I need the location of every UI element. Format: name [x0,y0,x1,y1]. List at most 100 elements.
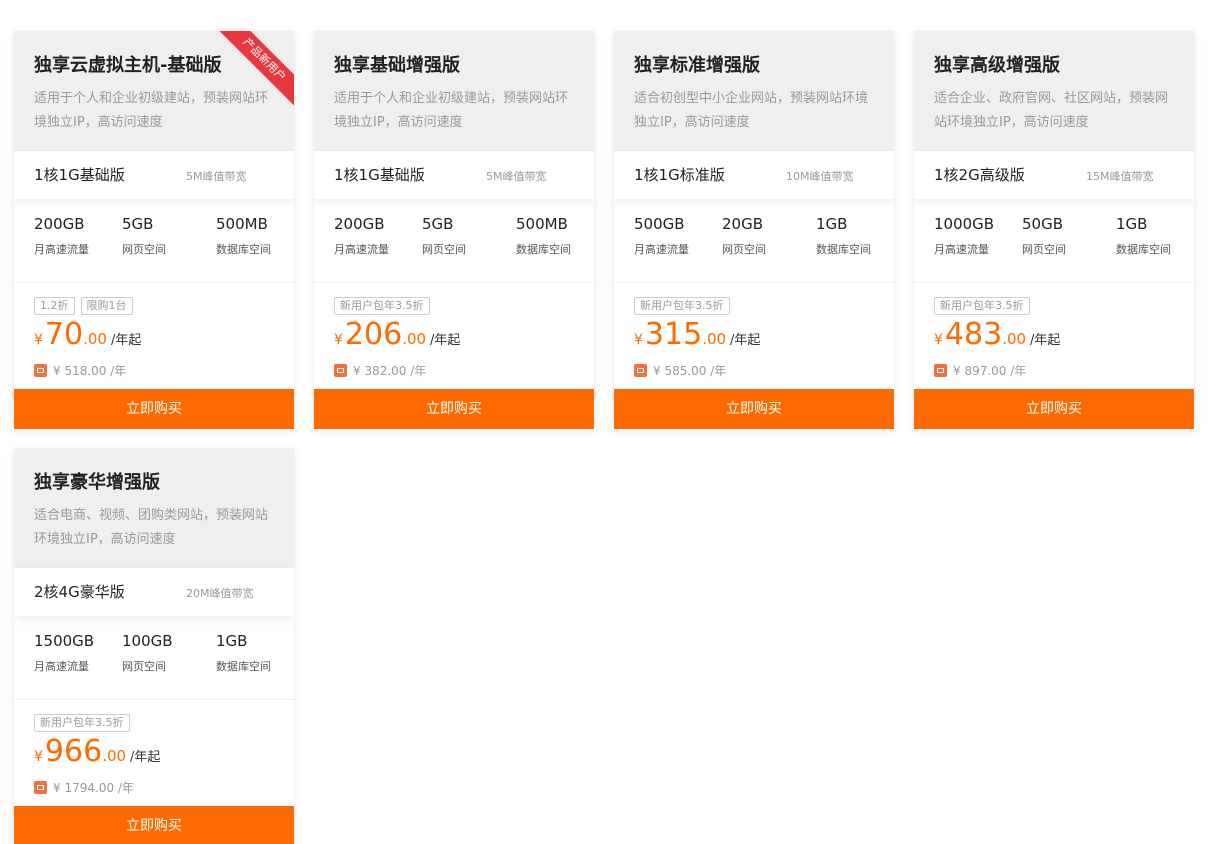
product-title: 独享基础增强版 [334,55,460,76]
buy-now-button[interactable]: 立即购买 [614,389,894,429]
card-header: 独享基础增强版 适用于个人和企业初级建站，预装网站环境独立IP，高访问速度 [314,31,594,151]
price-unit: /年起 [730,333,761,348]
stat-label: 网页空间 [122,243,166,256]
stat-value: 200GB [34,215,85,233]
stat-label: 数据库空间 [516,243,571,256]
spec-name: 1核1G基础版 [334,166,425,184]
product-card: 独享豪华增强版 适合电商、视频、团购类网站，预装网站环境独立IP，高访问速度 2… [14,448,294,844]
stat-value: 500GB [634,215,685,233]
currency-symbol: ¥ [334,332,343,348]
stats-row: 500GB 月高速流量 20GB 网页空间 1GB 数据库空间 [614,199,894,283]
stat-traffic: 1000GB 月高速流量 [934,215,994,257]
price-integer: 483 [944,317,1003,352]
stat-label: 数据库空间 [216,243,271,256]
corner-ribbon: 产品新用户 [214,31,294,111]
stats-row: 1000GB 月高速流量 50GB 网页空间 1GB 数据库空间 [914,199,1194,283]
stat-db-space: 1GB 数据库空间 [1116,215,1171,257]
discount-tags: 新用户包年3.5折 [34,711,136,732]
spec-bar: 1核2G高级版 15M峰值带宽 [914,151,1194,199]
stat-traffic: 1500GB 月高速流量 [34,632,94,674]
price-decimal: .00 [702,330,727,348]
original-price-text: ¥ 518.00 /年 [53,364,127,378]
price-block: 新用户包年3.5折 ¥966.00/年起 ¥ 1794.00 /年 [14,700,294,806]
stat-value: 5GB [422,215,454,233]
stat-web-space: 5GB 网页空间 [122,215,166,257]
product-title: 独享云虚拟主机-基础版 [34,55,222,76]
discount-tags: 新用户包年3.5折 [334,294,436,315]
card-header: 独享高级增强版 适合企业、政府官网、社区网站，预装网站环境独立IP，高访问速度 [914,31,1194,151]
stat-traffic: 200GB 月高速流量 [334,215,389,257]
bandwidth-label: 10M峰值带宽 [786,170,854,183]
price-unit: /年起 [130,750,161,765]
price-block: 新用户包年3.5折 ¥206.00/年起 ¥ 382.00 /年 [314,283,594,389]
stat-db-space: 500MB 数据库空间 [216,215,271,257]
stat-value: 20GB [722,215,764,233]
stat-web-space: 100GB 网页空间 [122,632,173,674]
product-title: 独享豪华增强版 [34,472,160,493]
stat-value: 1GB [216,632,248,650]
stat-label: 网页空间 [722,243,766,256]
spec-bar: 2核4G豪华版 20M峰值带宽 [14,568,294,616]
buy-now-button[interactable]: 立即购买 [314,389,594,429]
stat-db-space: 500MB 数据库空间 [516,215,571,257]
discount-tag: 新用户包年3.5折 [934,297,1030,315]
card-header: 独享豪华增强版 适合电商、视频、团购类网站，预装网站环境独立IP，高访问速度 [14,448,294,568]
stat-db-space: 1GB 数据库空间 [816,215,871,257]
stat-label: 网页空间 [122,660,166,673]
gift-icon [334,364,347,377]
stat-label: 网页空间 [422,243,466,256]
price-decimal: .00 [1002,330,1027,348]
price-unit: /年起 [110,333,142,348]
product-description: 适合企业、政府官网、社区网站，预装网站环境独立IP，高访问速度 [934,91,1169,130]
discount-tag: 1.2折 [34,297,75,315]
product-description: 适合初创型中小企业网站，预装网站环境独立IP，高访问速度 [634,91,869,130]
currency-symbol: ¥ [34,332,43,348]
stat-traffic: 500GB 月高速流量 [634,215,689,257]
stat-label: 月高速流量 [334,243,389,256]
price-decimal: .00 [102,747,127,765]
price-integer: 206 [344,317,403,352]
stat-web-space: 50GB 网页空间 [1022,215,1066,257]
stat-value: 200GB [334,215,385,233]
original-price-text: ¥ 382.00 /年 [353,364,427,378]
product-card: 独享基础增强版 适用于个人和企业初级建站，预装网站环境独立IP，高访问速度 1核… [314,31,594,429]
stat-value: 1GB [1116,215,1148,233]
price-decimal: .00 [402,330,427,348]
stat-label: 月高速流量 [34,660,89,673]
stat-value: 50GB [1022,215,1064,233]
stat-value: 500MB [216,215,268,233]
price-block: 1.2折 限购1台 ¥70.00/年起 ¥ 518.00 /年 [14,283,294,389]
buy-now-button[interactable]: 立即购买 [14,806,294,844]
product-card: 独享云虚拟主机-基础版 适用于个人和企业初级建站，预装网站环境独立IP，高访问速… [14,31,294,429]
buy-now-button[interactable]: 立即购买 [914,389,1194,429]
gift-icon [34,781,47,794]
price-amount: ¥315.00/年起 [634,317,760,352]
stat-label: 月高速流量 [634,243,689,256]
spec-bar: 1核1G标准版 10M峰值带宽 [614,151,894,199]
product-title: 独享标准增强版 [634,55,760,76]
original-price: ¥ 897.00 /年 [934,362,1026,379]
original-price: ¥ 382.00 /年 [334,362,426,379]
price-unit: /年起 [1030,333,1061,348]
stat-label: 数据库空间 [1116,243,1171,256]
original-price-text: ¥ 585.00 /年 [653,364,727,378]
product-description: 适合电商、视频、团购类网站，预装网站环境独立IP，高访问速度 [34,508,269,547]
stat-value: 500MB [516,215,568,233]
stat-label: 数据库空间 [816,243,871,256]
original-price: ¥ 518.00 /年 [34,362,126,379]
gift-icon [34,364,47,377]
currency-symbol: ¥ [34,749,43,765]
gift-icon [934,364,947,377]
original-price: ¥ 1794.00 /年 [34,779,134,796]
stat-label: 月高速流量 [34,243,89,256]
price-integer: 70 [44,317,84,352]
product-card: 独享高级增强版 适合企业、政府官网、社区网站，预装网站环境独立IP，高访问速度 … [914,31,1194,429]
original-price: ¥ 585.00 /年 [634,362,726,379]
bandwidth-label: 20M峰值带宽 [186,587,254,600]
buy-now-button[interactable]: 立即购买 [14,389,294,429]
stat-web-space: 5GB 网页空间 [422,215,466,257]
discount-tag: 新用户包年3.5折 [334,297,430,315]
card-header: 独享标准增强版 适合初创型中小企业网站，预装网站环境独立IP，高访问速度 [614,31,894,151]
stats-row: 1500GB 月高速流量 100GB 网页空间 1GB 数据库空间 [14,616,294,700]
price-integer: 315 [644,317,703,352]
